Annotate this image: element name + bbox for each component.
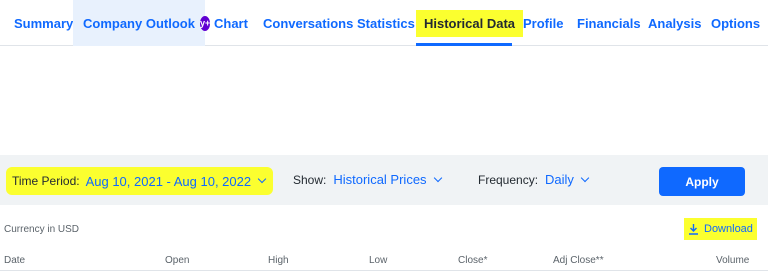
yahoo-plus-badge-icon: y+ (199, 15, 211, 31)
currency-note: Currency in USD (4, 224, 80, 235)
download-arrow-icon (689, 224, 698, 235)
active-tab-indicator (416, 43, 512, 46)
download-link[interactable]: Download (684, 218, 757, 240)
quote-nav-tabs: Summary Company Outlook y+ Chart Convers… (0, 0, 768, 46)
historical-data-controls: Time Period: Aug 10, 2021 - Aug 10, 2022… (0, 155, 768, 205)
frequency-value[interactable]: Daily (545, 172, 574, 187)
tab-chart[interactable]: Chart (214, 0, 248, 46)
column-header-date: Date (4, 255, 26, 266)
chevron-down-icon (433, 173, 442, 182)
chevron-down-icon (257, 174, 267, 184)
time-period-label: Time Period: (12, 174, 80, 188)
tab-historical-data[interactable]: Historical Data (416, 0, 524, 46)
column-header-low: Low (369, 255, 388, 266)
table-header: Date Open High Low Close* Adj Close** Vo… (0, 253, 768, 271)
download-label: Download (704, 223, 753, 235)
time-period-selector[interactable]: Time Period: Aug 10, 2021 - Aug 10, 2022 (6, 167, 274, 195)
tab-conversations[interactable]: Conversations (263, 0, 353, 46)
chevron-down-icon (580, 173, 590, 182)
column-header-high: High (268, 255, 289, 266)
apply-button[interactable]: Apply (659, 167, 745, 196)
tab-company-outlook[interactable]: Company Outlook y+ (73, 0, 211, 46)
tab-summary[interactable]: Summary (14, 0, 73, 46)
column-header-adj-close: Adj Close** (553, 255, 604, 266)
show-label: Show: (293, 172, 327, 187)
show-value[interactable]: Historical Prices (333, 172, 426, 187)
column-header-volume: Volume (716, 255, 750, 266)
frequency-label: Frequency: (478, 172, 539, 187)
frequency-selector[interactable]: Frequency: Daily (478, 172, 590, 187)
column-header-close: Close* (458, 255, 488, 266)
tab-analysis[interactable]: Analysis (648, 0, 701, 46)
show-selector[interactable]: Show: Historical Prices (293, 172, 442, 187)
tab-options[interactable]: Options (711, 0, 760, 46)
tab-financials[interactable]: Financials (577, 0, 641, 46)
time-period-value[interactable]: Aug 10, 2021 - Aug 10, 2022 (86, 174, 252, 189)
column-header-open: Open (165, 255, 190, 266)
tab-statistics[interactable]: Statistics (357, 0, 415, 46)
tab-profile[interactable]: Profile (523, 0, 563, 46)
